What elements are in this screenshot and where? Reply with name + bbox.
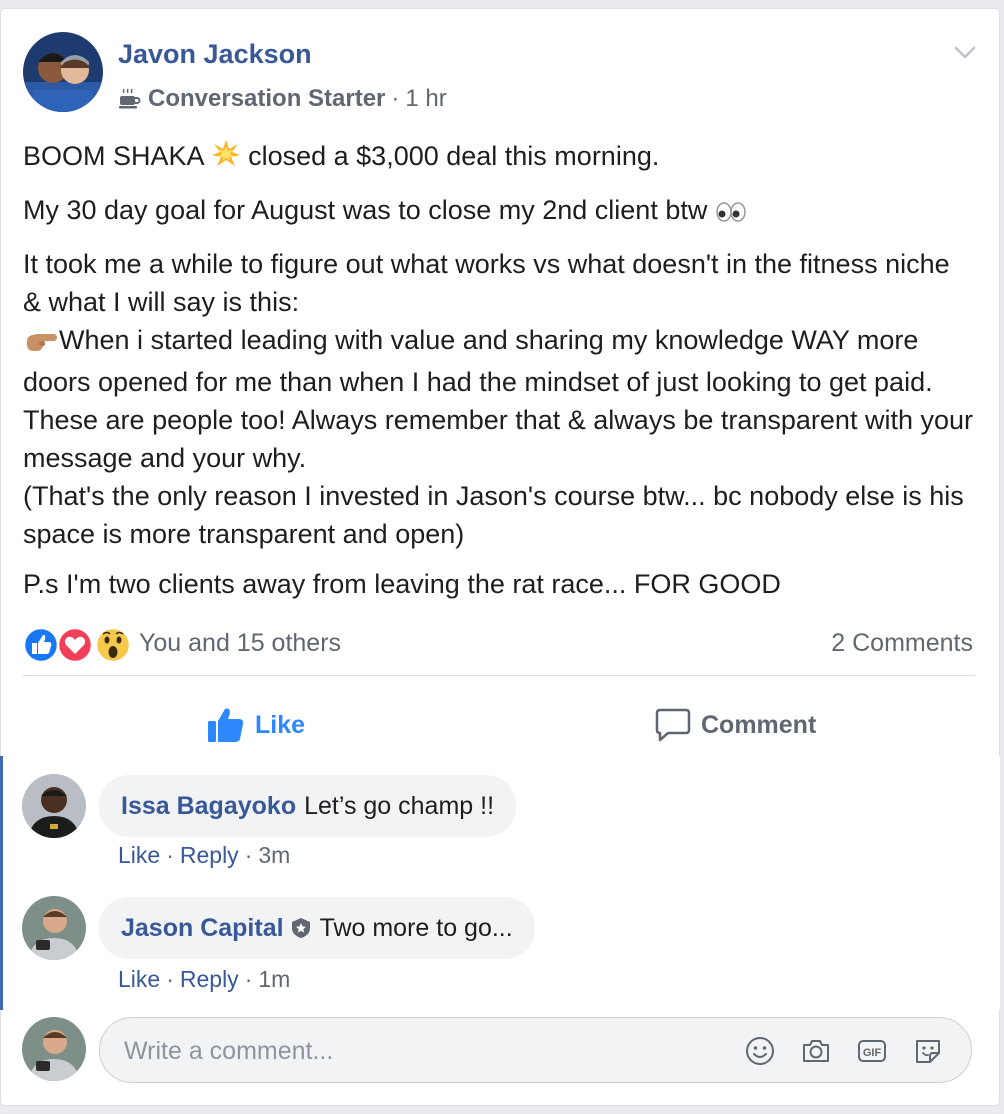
divider <box>23 675 975 676</box>
like-button[interactable]: Like <box>207 699 305 751</box>
comment-time[interactable]: 3m <box>258 842 290 868</box>
comment-bubble: Issa Bagayoko Let’s go champ !! <box>99 775 517 837</box>
comment-text: Let’s go champ !! <box>304 791 495 820</box>
like-reaction-icon <box>22 626 60 664</box>
comments-accent-bar <box>0 756 3 1010</box>
comment-time[interactable]: 1m <box>258 966 290 992</box>
collision-emoji-icon <box>211 139 241 179</box>
post-text: It took me a while to figure out what wo… <box>23 249 950 317</box>
comment-reply-link[interactable]: Reply <box>180 842 239 868</box>
commenter-avatar[interactable] <box>22 774 86 838</box>
like-label: Like <box>255 710 306 739</box>
wow-reaction-icon <box>94 626 132 664</box>
comment-label: Comment <box>701 710 817 739</box>
current-user-avatar <box>22 1017 86 1081</box>
comment-reply-link[interactable]: Reply <box>180 966 239 992</box>
separator: · <box>166 966 174 992</box>
verified-shield-icon <box>290 917 312 939</box>
comment-like-link[interactable]: Like <box>118 966 160 992</box>
comments-count[interactable]: 2 Comments <box>831 629 973 658</box>
sticker-icon[interactable] <box>912 1035 944 1067</box>
post-text: BOOM SHAKA <box>23 141 204 171</box>
post-text: closed a $3,000 deal this morning. <box>248 141 660 171</box>
post-time[interactable]: 1 hr <box>405 85 446 113</box>
thumbs-up-icon <box>207 706 245 744</box>
post-paragraph: P.s I'm two clients away from leaving th… <box>23 565 973 603</box>
coffee-cup-icon <box>118 87 142 111</box>
badge-label[interactable]: Conversation Starter <box>148 85 385 113</box>
comment-author[interactable]: Jason Capital <box>121 914 284 943</box>
pointing-right-emoji-icon <box>23 325 59 363</box>
comment-composer: GIF <box>99 1017 972 1083</box>
comment-text: Two more to go... <box>319 913 513 942</box>
comment-input[interactable] <box>122 1028 706 1074</box>
svg-text:GIF: GIF <box>863 1047 882 1059</box>
chevron-down-icon[interactable] <box>953 43 977 61</box>
comment-actions: Like · Reply · 3m <box>118 842 290 869</box>
camera-icon[interactable] <box>800 1035 832 1067</box>
emoji-icon[interactable] <box>744 1035 776 1067</box>
author-name[interactable]: Javon Jackson <box>118 39 312 70</box>
author-avatar[interactable] <box>23 32 103 112</box>
comment-like-link[interactable]: Like <box>118 842 160 868</box>
reactions-text[interactable]: You and 15 others <box>139 629 341 658</box>
separator: · <box>244 966 253 992</box>
love-reaction-icon <box>56 626 94 664</box>
post-text: P.s I'm two clients away from leaving th… <box>23 569 781 599</box>
post-text: When i started leading with value and sh… <box>23 325 973 473</box>
separator: · <box>244 842 253 868</box>
comment-bubble: Jason Capital Two more to go... <box>99 897 535 959</box>
post-body: BOOM SHAKA closed a $3,000 deal this mor… <box>23 137 973 615</box>
post-text: (That's the only reason I invested in Ja… <box>23 481 964 549</box>
separator: · <box>166 842 174 868</box>
comment-author[interactable]: Issa Bagayoko <box>121 792 296 821</box>
eyes-emoji-icon <box>715 195 747 233</box>
commenter-avatar[interactable] <box>22 896 86 960</box>
reactions-summary: You and 15 others 2 Comments <box>22 623 973 667</box>
gif-icon[interactable]: GIF <box>856 1035 888 1067</box>
post-paragraph: BOOM SHAKA closed a $3,000 deal this mor… <box>23 137 973 179</box>
comment-actions: Like · Reply · 1m <box>118 966 290 993</box>
post-paragraph: My 30 day goal for August was to close m… <box>23 191 973 233</box>
reaction-icons[interactable] <box>22 625 135 665</box>
post-paragraph: It took me a while to figure out what wo… <box>23 245 973 553</box>
post-text: My 30 day goal for August was to close m… <box>23 195 708 225</box>
comment-button[interactable]: Comment <box>655 699 816 751</box>
comment-bubble-icon <box>655 707 691 743</box>
post-meta: Conversation Starter · 1 hr <box>118 85 447 113</box>
meta-separator: · <box>391 85 400 112</box>
